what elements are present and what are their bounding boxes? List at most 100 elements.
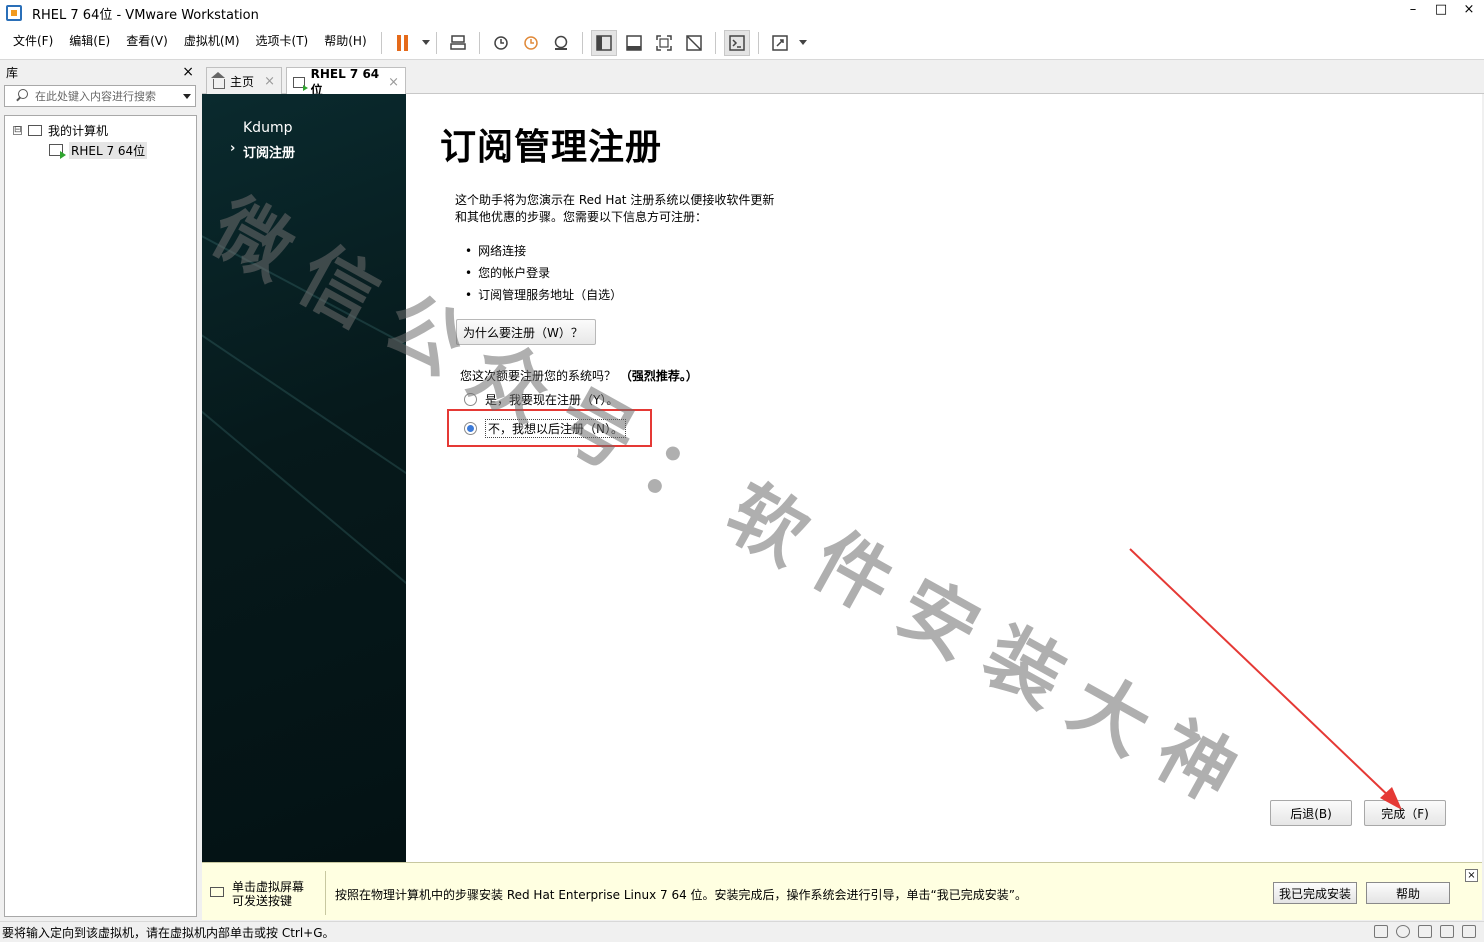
unity-button[interactable] (681, 30, 707, 56)
intro-line-2: 和其他优惠的步骤。您需要以下信息方可注册： (455, 210, 708, 224)
thumbnail-view-icon (625, 34, 642, 51)
full-screen-icon (655, 34, 672, 51)
window-title: RHEL 7 64位 - VMware Workstation (32, 7, 259, 23)
sidebar-item-subscription[interactable]: 订阅注册 (230, 141, 295, 161)
device-status-icons (1374, 925, 1476, 938)
why-register-button[interactable]: 为什么要注册（W）？ (456, 319, 596, 345)
library-search-placeholder: 在此处键入内容进行搜索 (35, 90, 156, 103)
hard-disk-icon[interactable] (1374, 925, 1388, 938)
show-library-button[interactable] (590, 29, 617, 56)
tab-vm-label: RHEL 7 64位 (310, 66, 380, 97)
toolbar-separator (380, 31, 382, 54)
requirements-list: 网络连接 您的帐户登录 订阅管理服务地址（自选） (465, 240, 622, 306)
hint-close-icon[interactable]: × (1465, 869, 1478, 882)
search-dropdown-icon[interactable] (183, 93, 191, 99)
minimize-button[interactable]: – (1406, 2, 1420, 17)
snapshot-manager-icon (554, 35, 567, 50)
install-hint-bar: 单击虚拟屏幕 可发送按键 按照在物理计算机中的步骤安装 Red Hat Ente… (202, 862, 1482, 920)
menu-file[interactable]: 文件(F) (5, 26, 61, 60)
tree-label-my-computer: 我的计算机 (48, 123, 109, 138)
question-text: 您这次额要注册您的系统吗？ (460, 369, 617, 383)
tab-vm-close-icon[interactable]: × (388, 75, 399, 90)
cd-drive-icon[interactable] (1396, 925, 1410, 938)
highlight-box (447, 409, 652, 447)
status-bar: 要将输入定向到该虚拟机，请在虚拟机内部单击或按 Ctrl+G。 (0, 921, 1484, 942)
hint-left-line-2: 可发送按键 (232, 894, 293, 908)
list-item: 您的帐户登录 (465, 262, 622, 284)
home-icon (211, 71, 225, 89)
tree-label-vm: RHEL 7 64位 (69, 141, 148, 159)
console-view-button[interactable] (723, 29, 750, 56)
revert-snapshot-button[interactable] (518, 30, 544, 56)
library-header: 库 × (0, 61, 200, 83)
menu-help[interactable]: 帮助(H) (316, 26, 374, 60)
stretch-icon (771, 34, 788, 51)
sidebar-item-kdump[interactable]: Kdump (243, 120, 292, 136)
stretch-dropdown-icon[interactable] (798, 40, 807, 45)
installer-sidebar: Kdump 订阅注册 (202, 94, 406, 862)
vm-running-icon (49, 144, 66, 159)
vm-tab-icon (293, 76, 308, 91)
display-icon[interactable] (1462, 925, 1476, 938)
pause-dropdown-icon[interactable] (421, 40, 430, 45)
finish-button[interactable]: 完成（F) (1364, 800, 1446, 826)
toolbar-separator (478, 31, 480, 54)
toolbar-separator (581, 31, 583, 54)
library-close-button[interactable]: × (182, 64, 194, 80)
tab-home-close-icon[interactable]: × (264, 74, 275, 89)
keyboard-icon (210, 887, 224, 897)
full-screen-button[interactable] (651, 30, 677, 56)
library-tree: ⊟ 我的计算机 RHEL 7 64位 (4, 115, 197, 917)
title-bar: RHEL 7 64位 - VMware Workstation – □ × (0, 0, 1484, 26)
stretch-guest-button[interactable] (767, 30, 793, 56)
computer-icon (28, 124, 42, 136)
library-search-input[interactable]: 在此处键入内容进行搜索 (4, 85, 196, 107)
hint-help-button[interactable]: 帮助 (1366, 882, 1450, 904)
snapshot-manager-button[interactable] (548, 30, 574, 56)
page-title: 订阅管理注册 (440, 127, 663, 168)
tree-node-my-computer[interactable]: ⊟ 我的计算机 (5, 120, 196, 140)
hint-click-screen: 单击虚拟屏幕 可发送按键 (232, 880, 304, 908)
toolbar-separator (757, 31, 759, 54)
tree-node-vm[interactable]: RHEL 7 64位 (5, 140, 196, 160)
snapshot-button[interactable] (488, 30, 514, 56)
close-window-button[interactable]: × (1462, 2, 1476, 17)
network-icon[interactable] (1418, 925, 1432, 938)
menu-tabs[interactable]: 选项卡(T) (248, 26, 317, 60)
menu-edit[interactable]: 编辑(E) (61, 26, 118, 60)
vmware-logo-icon (6, 5, 22, 21)
snapshot-clock-icon (493, 35, 508, 50)
send-ctrl-alt-del-button[interactable] (445, 30, 471, 56)
list-item: 订阅管理服务地址（自选） (465, 284, 622, 306)
sidebar-decoration (202, 294, 406, 509)
toolbar-separator (435, 31, 437, 54)
menu-view[interactable]: 查看(V) (118, 26, 176, 60)
window-controls: – □ × (1406, 2, 1476, 17)
menu-vm[interactable]: 虚拟机(M) (176, 26, 248, 60)
radio-yes-icon[interactable] (464, 393, 477, 406)
radio-yes-label: 是，我要现在注册（Y）。 (485, 393, 619, 407)
search-icon (15, 89, 29, 103)
list-item: 网络连接 (465, 240, 622, 262)
tab-home[interactable]: 主页 × (206, 67, 282, 95)
radio-register-now[interactable]: 是，我要现在注册（Y）。 (464, 391, 618, 408)
installation-complete-button[interactable]: 我已完成安装 (1273, 882, 1357, 904)
collapse-icon[interactable]: ⊟ (13, 125, 22, 135)
pause-button[interactable] (390, 30, 416, 56)
thumbnail-bar-button[interactable] (621, 30, 647, 56)
pause-icon (397, 34, 409, 51)
library-view-icon (595, 34, 612, 51)
library-title: 库 (6, 65, 19, 80)
keyboard-send-icon (449, 34, 466, 50)
menu-toolbar: 文件(F) 编辑(E) 查看(V) 虚拟机(M) 选项卡(T) 帮助(H) (0, 26, 1484, 60)
toolbar-separator (714, 31, 716, 54)
hint-separator (325, 871, 326, 915)
sound-icon[interactable] (1440, 925, 1454, 938)
tab-bar: 主页 × RHEL 7 64位 × (202, 61, 1484, 97)
tab-home-label: 主页 (230, 75, 255, 89)
tab-vm[interactable]: RHEL 7 64位 × (286, 66, 406, 97)
maximize-button[interactable]: □ (1434, 2, 1448, 17)
status-message: 要将输入定向到该虚拟机，请在虚拟机内部单击或按 Ctrl+G。 (2, 925, 335, 940)
back-button[interactable]: 后退(B) (1270, 800, 1352, 826)
vm-console[interactable]: Kdump 订阅注册 订阅管理注册 这个助手将为您演示在 Red Hat 注册系… (202, 94, 1482, 862)
